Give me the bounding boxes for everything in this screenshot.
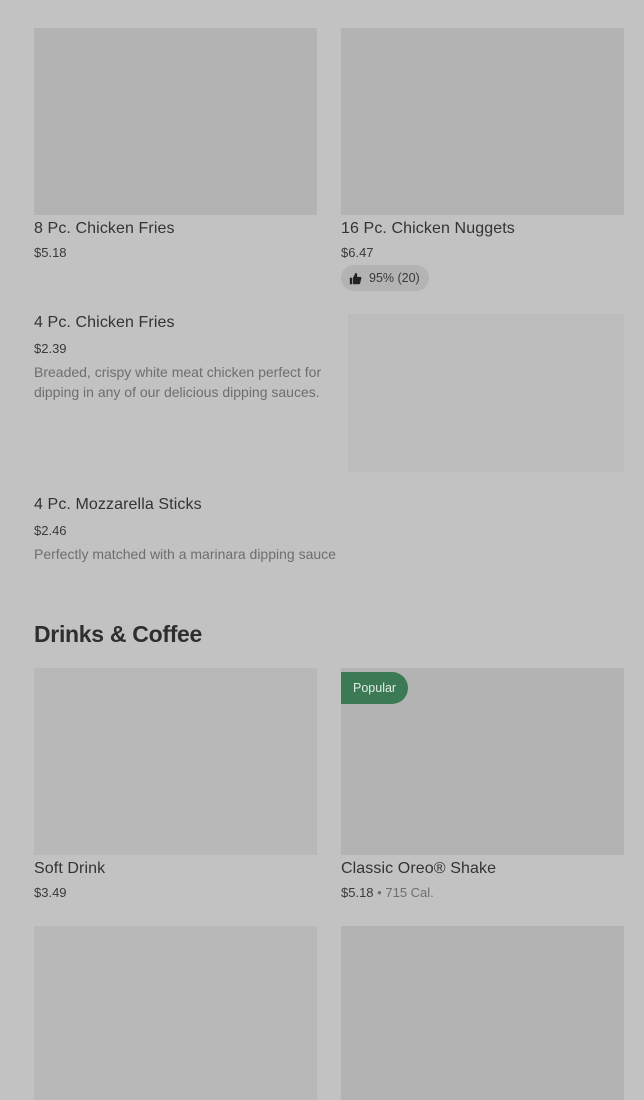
item-price: $6.47 bbox=[341, 245, 374, 260]
item-description: Breaded, crispy white meat chicken perfe… bbox=[34, 364, 322, 400]
item-title[interactable]: Classic Oreo® Shake bbox=[341, 860, 496, 878]
item-price: $2.46 bbox=[34, 523, 67, 538]
item-price: $5.18 bbox=[34, 245, 67, 260]
item-image-4pc-chicken-fries[interactable] bbox=[348, 314, 624, 472]
rating-text: 95% (20) bbox=[369, 271, 420, 285]
popular-badge: Popular bbox=[341, 672, 409, 704]
item-image[interactable] bbox=[34, 926, 317, 1100]
item-image-soft-drink[interactable] bbox=[34, 668, 317, 855]
thumbs-up-icon bbox=[349, 272, 362, 284]
item-price: $5.18 bbox=[341, 885, 374, 900]
item-image[interactable] bbox=[341, 926, 624, 1100]
item-title[interactable]: 16 Pc. Chicken Nuggets bbox=[341, 220, 515, 238]
section-title: Drinks & Coffee bbox=[34, 621, 203, 647]
item-title[interactable]: 4 Pc. Chicken Fries bbox=[34, 314, 175, 332]
item-title[interactable]: 4 Pc. Mozzarella Sticks bbox=[34, 496, 202, 514]
item-image-16pc-chicken-nuggets[interactable] bbox=[341, 28, 624, 215]
item-price: $2.39 bbox=[34, 341, 67, 356]
rating-badge: 95% (20) bbox=[341, 265, 429, 291]
item-title[interactable]: 8 Pc. Chicken Fries bbox=[34, 220, 175, 238]
item-price: $3.49 bbox=[34, 885, 67, 900]
item-image-8pc-chicken-fries[interactable] bbox=[34, 28, 317, 215]
item-calories: 715 Cal. bbox=[385, 885, 434, 900]
item-title[interactable]: Soft Drink bbox=[34, 860, 105, 878]
price-separator: • bbox=[377, 885, 382, 900]
item-price-row: $5.18 • 715 Cal. bbox=[341, 885, 434, 900]
item-description: Perfectly matched with a marinara dippin… bbox=[34, 546, 336, 562]
